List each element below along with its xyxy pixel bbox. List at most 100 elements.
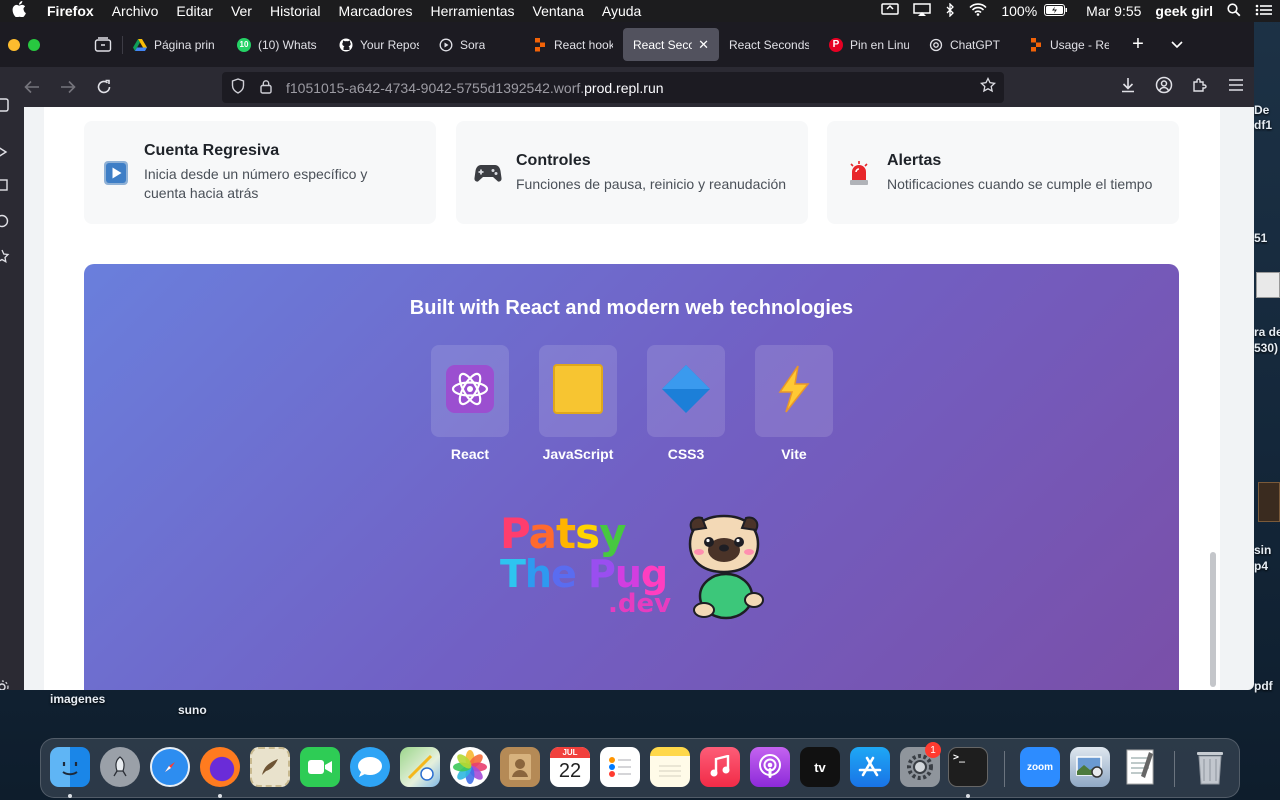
textedit-icon[interactable]	[1120, 747, 1160, 787]
sora-icon	[439, 38, 453, 52]
trash-icon[interactable]	[1190, 747, 1230, 787]
zoom-icon[interactable]: zoom	[1020, 747, 1060, 787]
menu-app-name[interactable]: Firefox	[38, 3, 103, 19]
menu-marcadores[interactable]: Marcadores	[330, 3, 422, 19]
desktop-file-thumbnail[interactable]	[1256, 272, 1280, 298]
bookmark-star-icon[interactable]	[979, 76, 997, 98]
menubar-user[interactable]: geek girl	[1148, 3, 1220, 19]
bluetooth-icon[interactable]	[938, 1, 962, 20]
desktop-folder-label[interactable]: suno	[178, 703, 207, 717]
tab-google-drive[interactable]: Página prin	[123, 28, 227, 61]
menu-ventana[interactable]: Ventana	[524, 3, 593, 19]
settings-gear-icon[interactable]	[0, 680, 10, 690]
reminders-icon[interactable]	[600, 747, 640, 787]
page-scrollbar[interactable]	[1210, 552, 1216, 687]
forward-arrow-icon[interactable]	[50, 72, 86, 102]
desktop-file-label[interactable]: df1	[1254, 118, 1280, 132]
firefox-icon[interactable]	[200, 747, 240, 787]
pin-icon[interactable]	[0, 145, 10, 162]
feature-description: Funciones de pausa, reinicio y reanudaci…	[516, 175, 787, 192]
menu-ayuda[interactable]: Ayuda	[593, 3, 650, 19]
desktop-file-label[interactable]: 530)	[1254, 341, 1280, 355]
tab-react-hook[interactable]: React hook	[523, 28, 623, 61]
tab-usage[interactable]: Usage - Re	[1019, 28, 1119, 61]
sidebar-toggle-icon[interactable]	[0, 98, 10, 115]
logo-line-1: Patsy	[500, 509, 626, 558]
safari-icon[interactable]	[150, 747, 190, 787]
history-icon[interactable]	[0, 214, 10, 231]
wifi-icon[interactable]	[962, 3, 994, 19]
lock-icon[interactable]	[252, 79, 280, 97]
tab-react-seconds-active[interactable]: React Secon ✕	[623, 28, 719, 61]
new-tab-icon[interactable]: +	[1119, 33, 1157, 56]
replit-icon	[533, 37, 547, 52]
menu-historial[interactable]: Historial	[261, 3, 330, 19]
screen-share-icon[interactable]	[874, 2, 906, 20]
calendar-icon[interactable]: JUL 22	[550, 747, 590, 787]
menu-archivo[interactable]: Archivo	[103, 3, 168, 19]
tab-chatgpt[interactable]: ChatGPT	[919, 28, 1019, 61]
desktop-file-label[interactable]: De	[1254, 103, 1280, 117]
spotlight-search-icon[interactable]	[1220, 2, 1248, 20]
feature-description: Inicia desde un número específico y cuen…	[144, 166, 368, 201]
menu-ver[interactable]: Ver	[222, 3, 261, 19]
tab-whatsapp[interactable]: 10 (10) Whats	[227, 28, 329, 61]
maps-icon[interactable]	[400, 747, 440, 787]
tech-tile	[647, 345, 725, 437]
battery-icon[interactable]	[1044, 3, 1072, 19]
extensions-icon[interactable]	[1182, 77, 1218, 98]
bookmarks-star-icon[interactable]	[0, 249, 10, 266]
tech-label: React	[450, 446, 490, 462]
terminal-icon[interactable]: >_	[948, 747, 988, 787]
close-tab-icon[interactable]: ✕	[698, 37, 709, 53]
battery-percent[interactable]: 100%	[994, 3, 1044, 19]
notes-icon[interactable]	[650, 747, 690, 787]
tab-pinterest[interactable]: P Pin en Linu	[819, 28, 919, 61]
blue-diamond-icon	[661, 364, 711, 419]
notification-badge: 1	[925, 742, 941, 758]
contacts-icon[interactable]	[500, 747, 540, 787]
account-icon[interactable]	[1146, 76, 1182, 99]
minimize-button[interactable]	[8, 38, 20, 51]
menubar-clock[interactable]: Mar 9:55	[1072, 3, 1148, 19]
url-bar[interactable]: f1051015-a642-4734-9042-5755d1392542.wor…	[222, 72, 1004, 103]
shield-icon[interactable]	[224, 78, 252, 97]
apple-tv-icon[interactable]: tv	[800, 747, 840, 787]
yellow-square-icon	[553, 363, 603, 419]
facetime-icon[interactable]	[300, 747, 340, 787]
launchpad-icon[interactable]	[100, 747, 140, 787]
desktop-file-label[interactable]: p4	[1254, 559, 1280, 573]
finder-icon[interactable]	[50, 747, 90, 787]
tab-sora[interactable]: Sora	[429, 28, 523, 61]
tab-react-seconds[interactable]: React Seconds	[719, 28, 819, 61]
tab-github[interactable]: Your Repos	[329, 28, 429, 61]
messages-icon[interactable]	[350, 747, 390, 787]
desktop-file-thumbnail[interactable]	[1258, 482, 1280, 522]
menu-editar[interactable]: Editar	[167, 3, 222, 19]
desktop-folder-label[interactable]: imagenes	[50, 692, 105, 706]
menu-herramientas[interactable]: Herramientas	[421, 3, 523, 19]
mail-icon[interactable]	[250, 747, 290, 787]
airplay-icon[interactable]	[906, 2, 938, 20]
desktop-file-label[interactable]: ra de	[1254, 325, 1280, 339]
tab-overview-icon[interactable]	[84, 36, 122, 53]
app-store-icon[interactable]	[850, 747, 890, 787]
zoom-button[interactable]	[28, 38, 40, 51]
reload-icon[interactable]	[86, 72, 122, 102]
desktop-file-label[interactable]: pdf	[1254, 679, 1280, 693]
desktop-file-label[interactable]: sin	[1254, 543, 1280, 557]
atom-icon	[446, 364, 494, 418]
pinterest-icon: P	[829, 37, 843, 52]
control-center-icon[interactable]	[1248, 3, 1280, 20]
hamburger-menu-icon[interactable]	[1218, 78, 1254, 96]
list-tabs-chevron-icon[interactable]	[1157, 38, 1197, 52]
desktop-file-label[interactable]: 51	[1254, 231, 1280, 245]
preview-icon[interactable]	[1070, 747, 1110, 787]
music-icon[interactable]	[700, 747, 740, 787]
pug-mascot-icon	[682, 514, 768, 629]
podcasts-icon[interactable]	[750, 747, 790, 787]
photos-icon[interactable]	[450, 747, 490, 787]
apple-icon[interactable]	[0, 1, 38, 21]
tabs-icon[interactable]	[0, 178, 10, 195]
downloads-icon[interactable]	[1110, 77, 1146, 98]
